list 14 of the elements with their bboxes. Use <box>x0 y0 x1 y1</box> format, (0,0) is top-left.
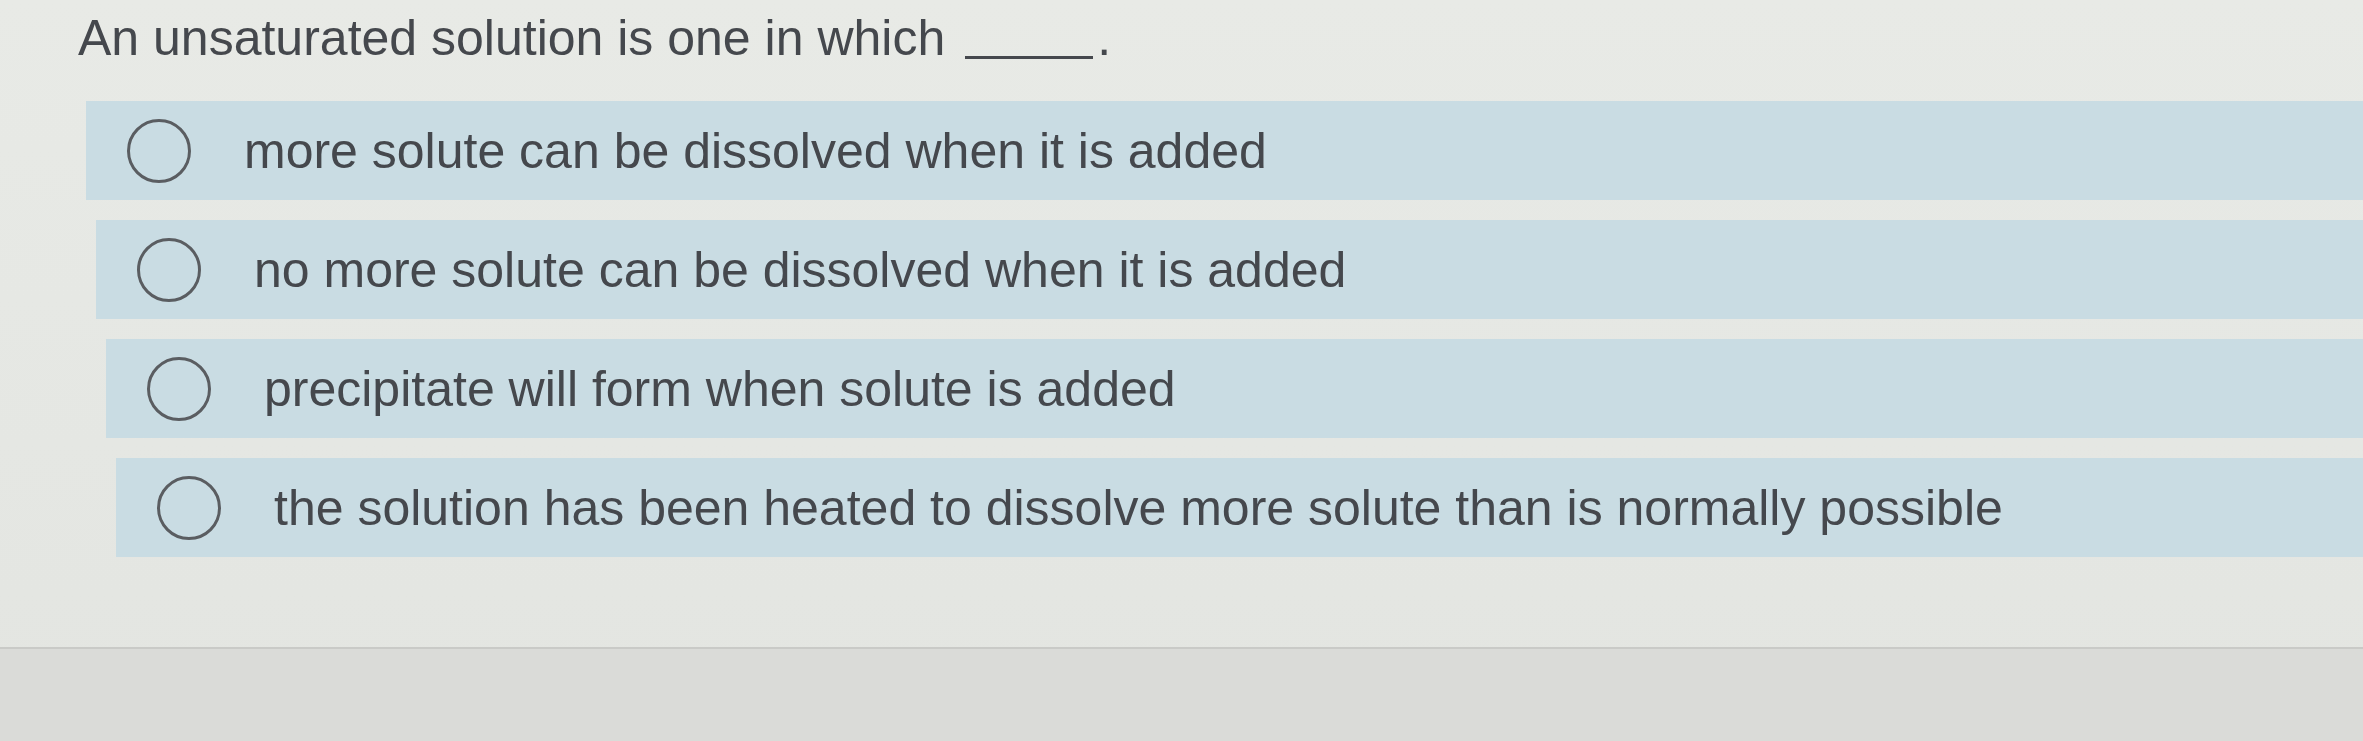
radio-button[interactable] <box>137 237 201 302</box>
question-period: . <box>1097 10 1112 66</box>
radio-button[interactable] <box>147 356 211 421</box>
option-row[interactable]: no more solute can be dissolved when it is added <box>96 220 2363 319</box>
option-text: more solute can be dissolved when it is added <box>244 121 1267 180</box>
option-row[interactable]: precipitate will form when solute is added <box>106 339 2363 438</box>
question-text: An unsaturated solution is one in which <box>78 10 946 66</box>
option-text: the solution has been heated to dissolve more solute than is normally possible <box>274 478 2003 537</box>
option-text: precipitate will form when solute is added <box>264 359 1176 418</box>
option-row[interactable]: the solution has been heated to dissolve more solute than is normally possible <box>116 458 2363 557</box>
option-text: no more solute can be dissolved when it is added <box>254 240 1347 299</box>
radio-button[interactable] <box>127 118 191 183</box>
radio-button[interactable] <box>157 475 221 540</box>
option-row[interactable]: more solute can be dissolved when it is added <box>86 101 2363 200</box>
